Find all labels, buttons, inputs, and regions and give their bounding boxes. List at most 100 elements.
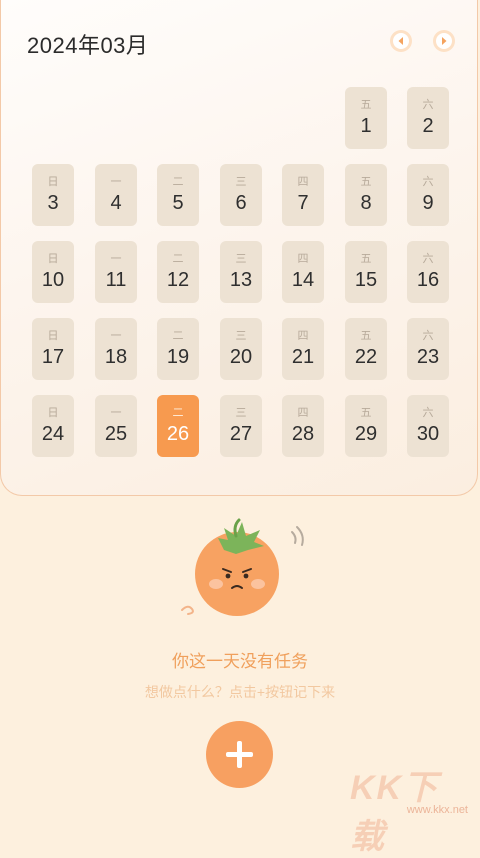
- calendar-day[interactable]: 六 30: [407, 395, 449, 457]
- weekday-label: 六: [422, 176, 434, 188]
- calendar-day[interactable]: 三 20: [220, 318, 262, 380]
- chevron-right-icon: [436, 33, 452, 49]
- calendar-day[interactable]: 日 10: [32, 241, 74, 303]
- add-task-button[interactable]: [206, 721, 273, 788]
- weekday-label: 三: [235, 330, 247, 342]
- calendar-day[interactable]: 三6: [220, 164, 262, 226]
- day-number: 7: [297, 192, 309, 214]
- weekday-label: 三: [235, 407, 247, 419]
- calendar-card: 2024年03月 五 1 六 2 日 3 一 4 二 5 三 6 四 7 五 8 六 9 日 10 一 11 二 12 三 13 四…: [0, 0, 478, 496]
- weekday-label: 一: [110, 176, 122, 188]
- calendar-day[interactable]: 六 23: [407, 318, 449, 380]
- weekday-label: 一: [110, 330, 122, 342]
- day-number: 10: [41, 269, 65, 291]
- weekday-label: 三: [235, 176, 247, 188]
- weekday-label: 二: [172, 330, 184, 342]
- calendar-day[interactable]: 五 15: [345, 241, 387, 303]
- watermark-url: www.kkx.net: [406, 804, 468, 816]
- day-number: 22: [354, 346, 378, 368]
- day-number: 6: [235, 192, 247, 214]
- day-number: 19: [166, 346, 190, 368]
- empty-state-hint: 想做点什么？点击+按钮记下来: [144, 684, 336, 700]
- calendar-day[interactable]: 三 27: [220, 395, 262, 457]
- day-number: 16: [416, 269, 440, 291]
- calendar-day[interactable]: 一 18: [95, 318, 137, 380]
- day-number: 2: [422, 115, 434, 137]
- day-number: 24: [41, 423, 65, 445]
- weekday-label: 五: [360, 407, 372, 419]
- calendar-day[interactable]: 一 11: [95, 241, 137, 303]
- weekday-label: 四: [297, 407, 309, 419]
- weekday-label: 四: [297, 253, 309, 265]
- calendar-day[interactable]: 一 25: [95, 395, 137, 457]
- weekday-label: 一: [110, 407, 122, 419]
- empty-state-title: 你这一天没有任务: [172, 652, 308, 671]
- day-number: 25: [104, 423, 128, 445]
- weekday-label: 二: [172, 253, 184, 265]
- day-number: 3: [47, 192, 59, 214]
- calendar-day[interactable]: 四 28: [282, 395, 324, 457]
- calendar-day[interactable]: 五1: [345, 87, 387, 149]
- calendar-day[interactable]: 二5: [157, 164, 199, 226]
- day-number: 4: [110, 192, 122, 214]
- calendar-day[interactable]: 六9: [407, 164, 449, 226]
- weekday-label: 六: [422, 253, 434, 265]
- day-number: 21: [291, 346, 315, 368]
- month-title: 2024年03月: [27, 33, 149, 58]
- calendar-day[interactable]: 三 13: [220, 241, 262, 303]
- calendar-day[interactable]: 四7: [282, 164, 324, 226]
- calendar-day[interactable]: 一4: [95, 164, 137, 226]
- calendar-day[interactable]: 六2: [407, 87, 449, 149]
- calendar-day[interactable]: 日 24: [32, 395, 74, 457]
- day-number: 30: [416, 423, 440, 445]
- weekday-label: 三: [235, 253, 247, 265]
- weekday-label: 五: [360, 253, 372, 265]
- calendar-day[interactable]: 二 19: [157, 318, 199, 380]
- calendar-day[interactable]: 日3: [32, 164, 74, 226]
- day-number: 28: [291, 423, 315, 445]
- weekday-label: 二: [172, 176, 184, 188]
- weekday-label: 六: [422, 407, 434, 419]
- day-number: 20: [229, 346, 253, 368]
- weekday-label: 四: [297, 330, 309, 342]
- plus-icon: [226, 741, 253, 768]
- day-number: 11: [105, 269, 127, 291]
- weekday-label: 日: [47, 253, 59, 265]
- day-number: 29: [354, 423, 378, 445]
- weekday-label: 二: [172, 407, 184, 419]
- prev-month-button[interactable]: [390, 30, 412, 52]
- calendar-day[interactable]: 日 17: [32, 318, 74, 380]
- weekday-label: 日: [47, 330, 59, 342]
- calendar-day[interactable]: 二 12: [157, 241, 199, 303]
- weekday-label: 五: [360, 99, 372, 111]
- calendar-day[interactable]: 六 16: [407, 241, 449, 303]
- calendar-day[interactable]: 五8: [345, 164, 387, 226]
- weekday-label: 一: [110, 253, 122, 265]
- weekday-label: 四: [297, 176, 309, 188]
- calendar-day[interactable]: 五 29: [345, 395, 387, 457]
- day-number: 12: [166, 269, 190, 291]
- day-number: 23: [416, 346, 440, 368]
- calendar-day[interactable]: 四 21: [282, 318, 324, 380]
- day-number: 18: [104, 346, 128, 368]
- weekday-label: 六: [422, 99, 434, 111]
- day-number: 9: [422, 192, 434, 214]
- calendar-day-selected[interactable]: 二 26: [157, 395, 199, 457]
- day-number: 1: [360, 115, 372, 137]
- day-number: 8: [360, 192, 372, 214]
- weekday-label: 五: [360, 330, 372, 342]
- next-month-button[interactable]: [433, 30, 455, 52]
- day-number: 27: [229, 423, 253, 445]
- day-number: 14: [291, 269, 315, 291]
- calendar-day[interactable]: 五 22: [345, 318, 387, 380]
- day-number: 26: [166, 423, 190, 445]
- tomato-mascot-icon: [181, 518, 304, 616]
- weekday-label: 六: [422, 330, 434, 342]
- day-number: 13: [229, 269, 253, 291]
- day-number: 5: [172, 192, 184, 214]
- weekday-label: 五: [360, 176, 372, 188]
- watermark: KK下载 www.kkx.net: [350, 760, 472, 856]
- calendar-day[interactable]: 四 14: [282, 241, 324, 303]
- weekday-label: 日: [47, 407, 59, 419]
- day-number: 17: [41, 346, 65, 368]
